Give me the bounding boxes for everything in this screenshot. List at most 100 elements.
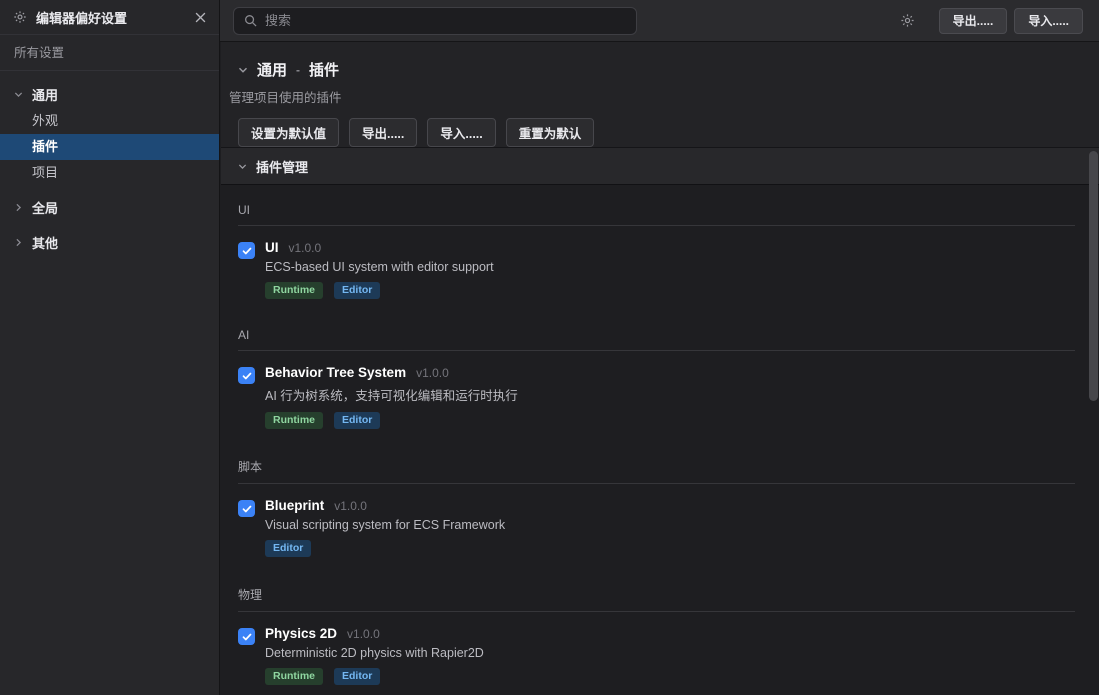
chevron-down-icon[interactable] [238,65,248,75]
plugin-group-label: 脚本 [238,458,1075,475]
group-divider [238,483,1075,484]
tree-item-label: 通用 [32,85,58,104]
window-title: 编辑器偏好设置 [36,8,186,27]
plugin-tags: Editor [265,540,505,557]
plugin-title-row: Physics 2D v1.0.0 [265,626,484,641]
search-input[interactable] [265,13,626,28]
gear-icon [900,13,915,28]
topbar: 导出..... 导入..... [220,0,1099,42]
settings-gear-button[interactable] [898,11,917,30]
plugin-item: UI v1.0.0 ECS-based UI system with editor … [238,240,1075,299]
plugin-info: Blueprint v1.0.0 Visual scripting system f… [265,498,505,557]
check-icon [242,632,252,642]
import-button[interactable]: 导入..... [427,118,495,147]
tree-item-label: 项目 [32,165,58,180]
tree-item-label: 其他 [32,233,58,252]
breadcrumb: 通用 - 插件 [221,42,1099,80]
plugin-enabled-checkbox[interactable] [238,367,255,384]
tree-item-global[interactable]: 全局 [0,193,219,221]
tag-runtime: Runtime [265,668,323,685]
plugin-group: 脚本 Blueprint v1.0.0 Visual scripting system… [238,458,1075,557]
plugin-description: ECS-based UI system with editor support [265,260,494,274]
plugin-management-section-header[interactable]: 插件管理 [221,148,1099,185]
chevron-down-icon [14,90,23,99]
tag-runtime: Runtime [265,412,323,429]
tree-item-other[interactable]: 其他 [0,228,219,256]
tree-item-label: 插件 [32,139,58,154]
tree-item-appearance[interactable]: 外观 [0,108,219,134]
plugin-description: Deterministic 2D physics with Rapier2D [265,646,484,660]
reset-to-default-button[interactable]: 重置为默认 [506,118,595,147]
topbar-export-button[interactable]: 导出..... [939,8,1008,34]
plugin-group-label: 物理 [238,586,1075,603]
plugin-version: v1.0.0 [347,627,380,641]
tag-editor: Editor [265,540,311,557]
plugin-title-row: Blueprint v1.0.0 [265,498,505,513]
tag-runtime: Runtime [265,282,323,299]
group-divider [238,611,1075,612]
editor-preferences-window: 编辑器偏好设置 所有设置 通用 外观 插件 项目 全局 其他 [0,0,1099,695]
chevron-down-icon [238,162,247,171]
check-icon [242,371,252,381]
set-as-default-button[interactable]: 设置为默认值 [238,118,339,147]
page-subtitle: 管理项目使用的插件 [221,80,1099,106]
chevron-right-icon [14,203,23,212]
scrollbar-track[interactable] [1088,148,1099,695]
plugin-group-label: AI [238,328,1075,342]
search-box[interactable] [233,7,637,35]
plugin-version: v1.0.0 [416,366,449,380]
plugin-info: Behavior Tree System v1.0.0 AI 行为树系统，支持可视化… [265,365,518,429]
check-icon [242,246,252,256]
plugin-item: Physics 2D v1.0.0 Deterministic 2D physics… [238,626,1075,685]
plugin-group: AI Behavior Tree System v1.0.0 AI 行为树系统，支持可… [238,328,1075,429]
topbar-import-button[interactable]: 导入..... [1014,8,1083,34]
plugin-tags: RuntimeEditor [265,412,518,429]
tag-editor: Editor [334,668,380,685]
tree-item-label: 全局 [32,198,58,217]
plugin-item: Behavior Tree System v1.0.0 AI 行为树系统，支持可视化… [238,365,1075,429]
main-panel: 通用 - 插件 管理项目使用的插件 设置为默认值 导出..... 导入.....… [221,42,1099,695]
plugin-info: UI v1.0.0 ECS-based UI system with editor … [265,240,494,299]
plugin-title: Physics 2D [265,626,337,641]
page-action-buttons: 设置为默认值 导出..... 导入..... 重置为默认 [238,118,1099,147]
plugin-enabled-checkbox[interactable] [238,628,255,645]
plugin-description: Visual scripting system for ECS Framewor… [265,518,505,532]
tree-item-label: 外观 [32,113,58,128]
gear-icon [13,10,27,24]
chevron-right-icon [14,238,23,247]
plugin-version: v1.0.0 [289,241,322,255]
plugin-info: Physics 2D v1.0.0 Deterministic 2D physics… [265,626,484,685]
search-icon [244,14,257,27]
plugin-enabled-checkbox[interactable] [238,500,255,517]
plugin-title: UI [265,240,279,255]
plugin-group-label: UI [238,203,1075,217]
tree-item-general[interactable]: 通用 [0,80,219,108]
sidebar: 编辑器偏好设置 所有设置 通用 外观 插件 项目 全局 其他 [0,0,220,695]
plugin-item: Blueprint v1.0.0 Visual scripting system f… [238,498,1075,557]
plugin-title-row: UI v1.0.0 [265,240,494,255]
all-settings-label: 所有设置 [0,35,219,71]
plugin-title: Blueprint [265,498,324,513]
plugin-version: v1.0.0 [334,499,367,513]
plugin-tags: Runtime Editor [265,668,484,685]
group-divider [238,225,1075,226]
tag-editor: Editor [334,282,380,299]
plugin-enabled-checkbox[interactable] [238,242,255,259]
group-divider [238,350,1075,351]
close-icon[interactable] [195,12,206,23]
plugin-group-list: UI UI v1.0.0 ECS-based UI system with edito… [221,186,1099,695]
breadcrumb-separator: - [296,63,300,77]
page-header: 通用 - 插件 管理项目使用的插件 设置为默认值 导出..... 导入.....… [221,42,1099,148]
settings-tree: 通用 外观 插件 项目 全局 其他 [0,71,219,256]
plugin-description: AI 行为树系统，支持可视化编辑和运行时执行 [265,385,518,404]
scrollbar-thumb[interactable] [1089,151,1098,401]
page-title: 插件 [309,59,339,80]
sidebar-header: 编辑器偏好设置 [0,0,219,35]
tree-item-project[interactable]: 项目 [0,160,219,186]
plugin-title: Behavior Tree System [265,365,406,380]
export-button[interactable]: 导出..... [349,118,417,147]
plugin-tags: Runtime Editor [265,282,494,299]
tree-item-plugins[interactable]: 插件 [0,134,219,160]
section-title: 插件管理 [256,157,308,176]
breadcrumb-parent[interactable]: 通用 [257,59,287,80]
